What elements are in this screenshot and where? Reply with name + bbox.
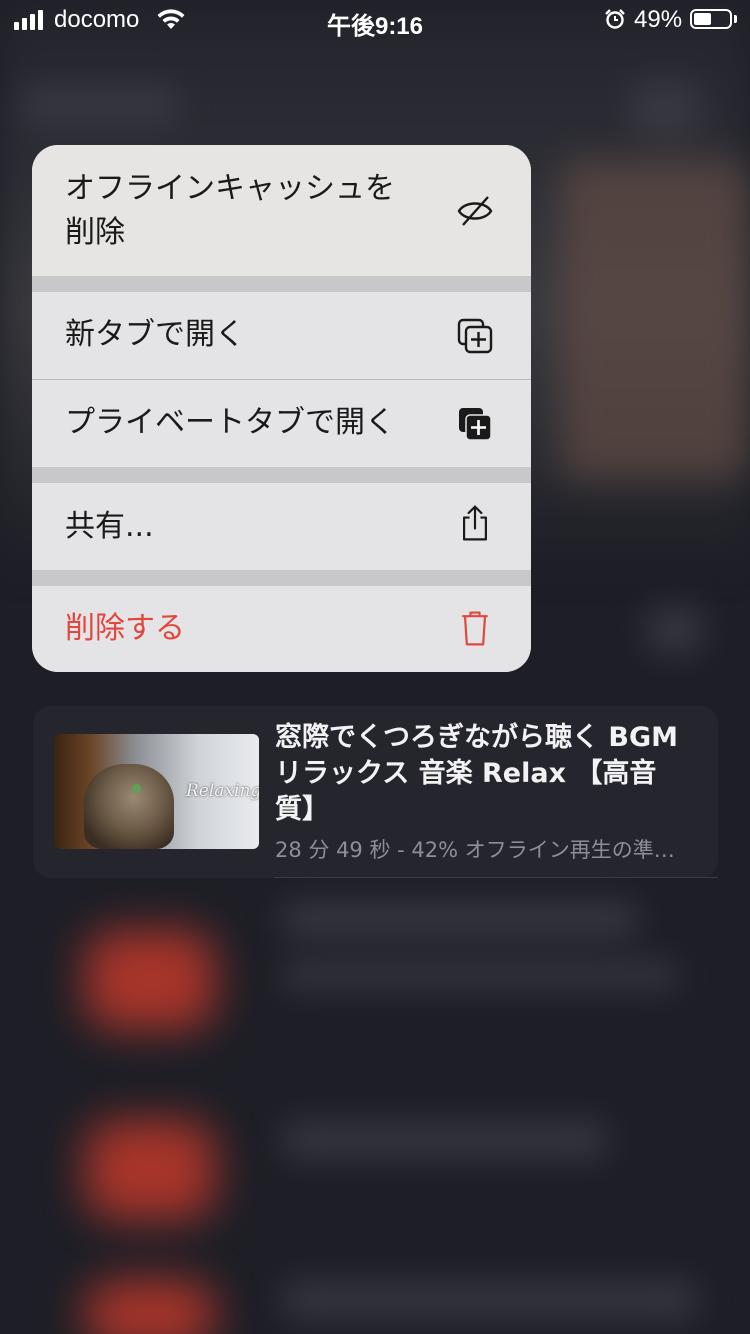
trash-icon bbox=[462, 611, 488, 646]
share-icon bbox=[463, 505, 487, 541]
menu-item-remove-offline-cache[interactable]: オフラインキャッシュを 削除 bbox=[32, 145, 531, 276]
video-meta: 28 分 49 秒 - 42% オフライン再生の準… bbox=[275, 838, 675, 862]
context-menu: オフラインキャッシュを 削除 新タブで開く プライベートタブで開く 共有... bbox=[32, 145, 531, 672]
private-tab-icon bbox=[459, 408, 492, 441]
video-thumbnail: Relaxing bbox=[54, 734, 259, 849]
cat-image bbox=[84, 764, 174, 849]
video-list-item[interactable]: Relaxing 窓際でくつろぎながら聴く BGM リラックス 音楽 Relax… bbox=[33, 706, 718, 878]
menu-item-open-private-tab[interactable]: プライベートタブで開く bbox=[32, 380, 531, 467]
menu-item-delete[interactable]: 削除する bbox=[32, 586, 531, 672]
menu-item-share[interactable]: 共有... bbox=[32, 483, 531, 570]
menu-item-label: 共有... bbox=[65, 509, 154, 544]
eye-slash-icon bbox=[457, 196, 493, 226]
menu-item-label: 新タブで開く bbox=[65, 317, 245, 352]
new-tab-icon bbox=[457, 318, 493, 354]
alarm-icon bbox=[605, 9, 625, 29]
menu-item-label: プライベートタブで開く bbox=[65, 405, 395, 440]
menu-item-label: 削除する bbox=[65, 611, 185, 646]
battery-percent: 49% bbox=[634, 6, 683, 33]
status-bar: docomo 午後9:16 49% bbox=[0, 0, 750, 40]
menu-item-label: オフラインキャッシュを 削除 bbox=[65, 171, 395, 250]
menu-item-open-new-tab[interactable]: 新タブで開く bbox=[32, 292, 531, 379]
video-title: 窓際でくつろぎながら聴く BGM リラックス 音楽 Relax 【高音質】 bbox=[275, 722, 679, 825]
thumbnail-logo-text: Relaxing bbox=[186, 781, 259, 801]
battery-icon bbox=[690, 9, 732, 29]
